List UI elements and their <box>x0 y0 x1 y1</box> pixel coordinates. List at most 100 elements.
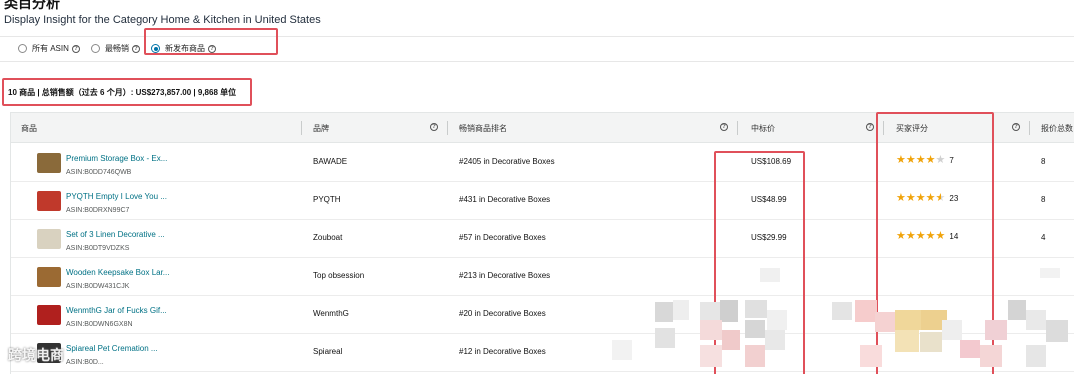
mosaic-block <box>985 320 1007 340</box>
star-icon: ★ <box>915 192 926 204</box>
mosaic-block <box>1008 300 1026 320</box>
star-icon: ★ <box>896 230 906 242</box>
watermark-logo: 跨境电商 <box>8 345 64 365</box>
product-thumbnail[interactable] <box>37 153 61 173</box>
page-title: 类目分析 <box>4 0 60 11</box>
mosaic-block <box>700 345 722 367</box>
help-icon[interactable]: ? <box>866 123 874 131</box>
radio-label: 最畅销 <box>105 44 129 53</box>
mosaic-block <box>860 345 882 367</box>
product-thumbnail[interactable] <box>37 191 61 211</box>
table-row[interactable]: Premium Storage Box - Ex... ASIN:B0DD746Q… <box>11 144 1074 182</box>
brand-cell: Spiareal <box>313 347 343 356</box>
table-row[interactable]: PYQTH Empty I Love You ... ASIN:B0DRXN99C… <box>11 182 1074 220</box>
mosaic-block <box>720 300 738 322</box>
mosaic-block <box>700 320 722 340</box>
help-icon[interactable]: ? <box>430 123 438 131</box>
summary-text: 10 商品 | 总销售额（过去 6 个月）: US$273,857.00 | 9… <box>8 88 237 97</box>
mosaic-block <box>832 302 852 320</box>
mosaic-block <box>722 330 740 350</box>
mosaic-block <box>1046 320 1068 342</box>
page-subtitle: Display Insight for the Category Home & … <box>4 14 321 26</box>
column-divider[interactable] <box>301 121 302 135</box>
star-icon: ★ <box>925 154 936 166</box>
column-divider[interactable] <box>1029 121 1030 135</box>
filter-row: 所有 ASIN ? 最畅销 ? 新发布商品 ? <box>0 36 1074 62</box>
rank-cell: #57 in Decorative Boxes <box>459 233 546 242</box>
product-link[interactable]: Premium Storage Box - Ex... <box>66 154 167 163</box>
star-icon: ★ <box>905 154 916 166</box>
star-icon: ★ <box>925 192 936 204</box>
column-divider[interactable] <box>883 121 884 135</box>
brand-cell: WenmthG <box>313 309 349 318</box>
mosaic-block <box>1026 310 1046 330</box>
product-asin: ASIN:B0DD746QWB <box>66 169 132 176</box>
help-icon[interactable]: ? <box>71 44 80 53</box>
rank-cell: #2405 in Decorative Boxes <box>459 157 555 166</box>
product-asin: ASIN:B0D... <box>66 359 104 366</box>
star-rating: ★ ★ ★ ★ ★ 7 <box>896 155 954 166</box>
mosaic-block <box>895 310 921 330</box>
star-icon: ★ <box>896 192 906 204</box>
rank-cell: #20 in Decorative Boxes <box>459 309 546 318</box>
help-icon[interactable]: ? <box>132 44 140 53</box>
radio-dot-selected[interactable] <box>151 44 160 53</box>
price-cell: US$108.69 <box>751 157 792 166</box>
mosaic-block <box>612 340 632 360</box>
mosaic-block <box>673 300 689 320</box>
mosaic-block <box>745 320 765 338</box>
col-header-rank[interactable]: 畅销商品排名 <box>459 123 507 134</box>
brand-cell: BAWADE <box>313 157 348 166</box>
col-header-product[interactable]: 商品 <box>21 123 37 134</box>
column-divider[interactable] <box>737 121 738 135</box>
mosaic-block <box>960 340 980 358</box>
radio-best-sellers[interactable]: 最畅销 ? <box>91 43 140 54</box>
col-header-price[interactable]: 中标价 <box>751 123 775 134</box>
star-rating: ★ ★ ★ ★ ★ 14 <box>896 231 958 242</box>
product-thumbnail[interactable] <box>37 267 61 287</box>
product-asin: ASIN:B0DWN6GX8N <box>66 321 133 328</box>
radio-dot[interactable] <box>18 44 27 53</box>
offers-cell: 8 <box>1041 195 1046 204</box>
price-cell: US$48.99 <box>751 195 787 204</box>
rank-cell: #12 in Decorative Boxes <box>459 347 546 356</box>
review-count[interactable]: 7 <box>949 156 953 165</box>
col-header-offers[interactable]: 报价总数 <box>1041 123 1073 134</box>
radio-dot[interactable] <box>91 44 100 53</box>
product-link[interactable]: Wooden Keepsake Box Lar... <box>66 268 169 277</box>
product-link[interactable]: PYQTH Empty I Love You ... <box>66 192 167 201</box>
help-icon[interactable]: ? <box>1012 123 1020 131</box>
star-icon: ★ <box>905 230 916 242</box>
mosaic-block <box>700 302 720 320</box>
col-header-rating[interactable]: 买家评分 <box>896 123 928 134</box>
mosaic-block <box>767 310 787 330</box>
offers-cell: 4 <box>1041 233 1046 242</box>
column-divider[interactable] <box>447 121 448 135</box>
star-icon: ★ <box>915 154 926 166</box>
star-icon: ★ <box>915 230 926 242</box>
star-icon: ★ <box>905 192 916 204</box>
col-header-brand[interactable]: 品牌 <box>313 123 329 134</box>
help-icon[interactable]: ? <box>720 123 728 131</box>
table-row[interactable]: Set of 3 Linen Decorative ... ASIN:B0DT9V… <box>11 220 1074 258</box>
review-count[interactable]: 23 <box>949 194 958 203</box>
star-rating: ★ ★ ★ ★ ★ 23 <box>896 193 958 204</box>
radio-new-releases[interactable]: 新发布商品 ? <box>151 43 216 54</box>
product-thumbnail[interactable] <box>37 305 61 325</box>
product-asin: ASIN:B0DRXN99C7 <box>66 207 130 214</box>
product-thumbnail[interactable] <box>37 229 61 249</box>
help-icon[interactable]: ? <box>208 44 216 53</box>
product-link[interactable]: Set of 3 Linen Decorative ... <box>66 230 165 239</box>
table-row[interactable]: Wooden Keepsake Box Lar... ASIN:B0DW431CJ… <box>11 258 1074 296</box>
mosaic-block <box>1026 345 1046 367</box>
star-icon: ★ <box>935 230 946 242</box>
brand-cell: PYQTH <box>313 195 341 204</box>
product-link[interactable]: WenmthG Jar of Fucks Gif... <box>66 306 167 315</box>
product-asin: ASIN:B0DW431CJK <box>66 283 130 290</box>
radio-all-asin[interactable]: 所有 ASIN ? <box>18 43 80 54</box>
mosaic-block <box>855 300 877 322</box>
review-count[interactable]: 14 <box>949 232 958 241</box>
table-header: 商品 品牌 ? 畅销商品排名 ? 中标价 ? 买家评分 ? 报价总数 <box>11 113 1074 143</box>
mosaic-block <box>745 345 765 367</box>
product-link[interactable]: Spiareal Pet Cremation ... <box>66 344 158 353</box>
